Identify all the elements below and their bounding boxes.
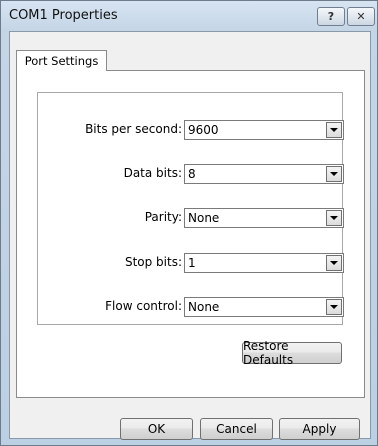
properties-dialog: COM1 Properties ? ✕ Port Settings Bits p… bbox=[0, 0, 378, 446]
data-bits-label: Data bits: bbox=[123, 166, 182, 180]
tab-port-settings[interactable]: Port Settings bbox=[16, 50, 107, 71]
chevron-down-icon[interactable] bbox=[326, 210, 342, 226]
parity-select[interactable]: None bbox=[184, 208, 344, 228]
ok-button[interactable]: OK bbox=[120, 418, 193, 440]
settings-group: Bits per second: 9600 Data bits: 8 Parit… bbox=[37, 92, 344, 325]
stop-bits-label: Stop bits: bbox=[124, 255, 182, 269]
parity-value: None bbox=[188, 211, 220, 225]
chevron-down-icon[interactable] bbox=[326, 255, 342, 271]
close-button[interactable]: ✕ bbox=[347, 7, 375, 26]
cancel-button[interactable]: Cancel bbox=[200, 418, 273, 440]
chevron-down-icon[interactable] bbox=[326, 122, 342, 138]
title-bar[interactable]: COM1 Properties ? ✕ bbox=[1, 1, 377, 29]
bits-per-second-value: 9600 bbox=[188, 123, 219, 137]
stop-bits-row: Stop bits: 1 bbox=[38, 253, 344, 273]
port-settings-panel: Bits per second: 9600 Data bits: 8 Parit… bbox=[16, 70, 365, 398]
flow-control-value: None bbox=[188, 300, 220, 314]
parity-label: Parity: bbox=[144, 210, 182, 224]
data-bits-value: 8 bbox=[188, 167, 196, 181]
restore-defaults-button[interactable]: Restore Defaults bbox=[242, 339, 342, 367]
help-button[interactable]: ? bbox=[317, 7, 345, 26]
chevron-down-icon[interactable] bbox=[326, 299, 342, 315]
help-icon: ? bbox=[327, 10, 335, 23]
close-icon: ✕ bbox=[356, 10, 366, 23]
flow-control-row: Flow control: None bbox=[38, 297, 344, 317]
data-bits-row: Data bits: 8 bbox=[38, 164, 344, 184]
dialog-client-area: Port Settings Bits per second: 9600 Data… bbox=[9, 31, 371, 440]
apply-button[interactable]: Apply bbox=[279, 418, 360, 440]
bits-per-second-row: Bits per second: 9600 bbox=[38, 120, 344, 140]
bits-per-second-label: Bits per second: bbox=[85, 122, 182, 136]
data-bits-select[interactable]: 8 bbox=[184, 164, 344, 184]
parity-row: Parity: None bbox=[38, 208, 344, 228]
bits-per-second-select[interactable]: 9600 bbox=[184, 120, 344, 140]
window-title: COM1 Properties bbox=[9, 8, 118, 23]
flow-control-select[interactable]: None bbox=[184, 297, 344, 317]
stop-bits-value: 1 bbox=[188, 256, 196, 270]
flow-control-label: Flow control: bbox=[105, 299, 182, 313]
chevron-down-icon[interactable] bbox=[326, 166, 342, 182]
stop-bits-select[interactable]: 1 bbox=[184, 253, 344, 273]
